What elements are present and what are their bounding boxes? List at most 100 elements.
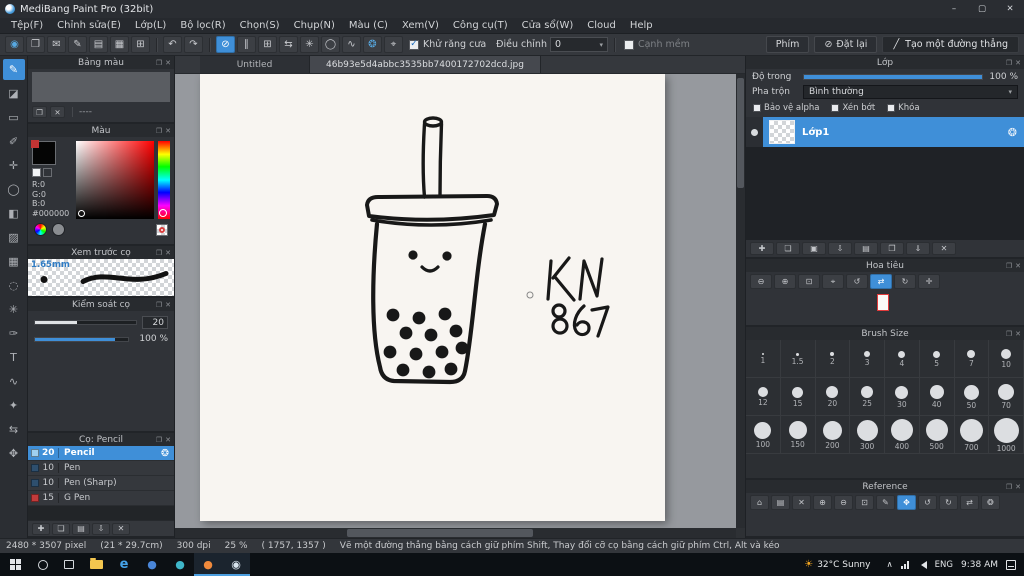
alt-color-swatch[interactable] [43, 168, 52, 177]
duplicate-layer-button[interactable]: ❐ [880, 242, 904, 255]
rotate-left-button[interactable]: ↺ [846, 274, 868, 289]
menu-item-3[interactable]: Bộ lọc(R) [173, 20, 232, 31]
layer-opacity-slider[interactable] [803, 74, 983, 80]
weather-widget[interactable]: ☀ 32°C Sunny [796, 553, 878, 576]
minimize-button[interactable]: – [940, 0, 968, 18]
navigator-thumbnail[interactable] [877, 294, 889, 311]
brush-tool-button[interactable]: ✐ [3, 131, 25, 152]
brush-list-item[interactable]: 10 Pen [28, 461, 174, 476]
eraser-tool-button[interactable]: ◪ [3, 83, 25, 104]
saturation-value-picker[interactable] [76, 141, 154, 219]
snap-settings-button[interactable]: ❂ [363, 36, 382, 53]
popout-icon[interactable]: ❐ [156, 301, 162, 309]
move-tool-button[interactable]: ✛ [3, 155, 25, 176]
redo-button[interactable]: ↷ [184, 36, 203, 53]
close-button[interactable]: ✕ [996, 0, 1024, 18]
clock[interactable]: 9:38 AM [961, 560, 998, 570]
popout-icon[interactable]: ❐ [1006, 330, 1012, 338]
comment-button[interactable]: ✉ [47, 36, 66, 53]
canvas-page[interactable] [200, 74, 665, 521]
menu-item-6[interactable]: Màu (C) [342, 20, 395, 31]
flip-horizontal-button[interactable]: ⇄ [960, 495, 979, 510]
foreground-color-swatch[interactable] [31, 140, 56, 165]
brush-size-option[interactable]: 15 [780, 378, 816, 416]
page-button[interactable]: ▤ [89, 36, 108, 53]
soft-edge-checkbox[interactable]: Cạnh mềm [623, 39, 690, 50]
search-button[interactable] [30, 553, 56, 576]
zoom-reset-button[interactable]: ⌖ [822, 274, 844, 289]
select-pen-tool-button[interactable]: ✑ [3, 323, 25, 344]
brush-size-option[interactable]: 1000 [989, 416, 1024, 454]
import-image-button[interactable]: ▤ [771, 495, 790, 510]
snap-grid-button[interactable]: ⊞ [258, 36, 277, 53]
background-color-swatch[interactable] [32, 168, 41, 177]
pen-tool-button[interactable]: ✎ [2, 59, 25, 80]
zoom-tool-button[interactable]: ◯ [3, 179, 25, 200]
popout-icon[interactable]: ❐ [156, 59, 162, 67]
adjust-dropdown[interactable]: 0 ▾ [549, 37, 608, 52]
close-icon[interactable]: ✕ [165, 249, 171, 257]
brush-size-option[interactable]: 2 [815, 340, 851, 378]
snap-circle-button[interactable]: ◯ [321, 36, 340, 53]
color-wheel-button[interactable] [34, 223, 47, 236]
reset-view-button[interactable]: ✛ [918, 274, 940, 289]
undo-button[interactable]: ↶ [163, 36, 182, 53]
menu-item-9[interactable]: Cửa sổ(W) [515, 20, 581, 31]
menu-item-2[interactable]: Lớp(L) [128, 20, 173, 31]
zoom-out-button[interactable]: ⊖ [750, 274, 772, 289]
layer-visibility-toggle[interactable] [746, 117, 763, 147]
snap-curve-button[interactable]: ∿ [342, 36, 361, 53]
brush-opacity-slider[interactable] [34, 336, 129, 342]
brush-size-option[interactable]: 40 [919, 378, 955, 416]
start-button[interactable] [0, 553, 30, 576]
eyedropper-button[interactable]: ✎ [876, 495, 895, 510]
eyedropper-tool-button[interactable]: ✦ [3, 395, 25, 416]
hue-slider[interactable] [158, 141, 170, 219]
horizontal-scrollbar[interactable] [175, 528, 736, 538]
home-button[interactable]: ⌂ [750, 495, 769, 510]
snap-off-button[interactable]: ⊘ [216, 36, 235, 53]
app-blue-button[interactable]: ● [138, 553, 166, 576]
file-explorer-button[interactable] [82, 553, 110, 576]
scrollbar-thumb[interactable] [737, 78, 744, 188]
snap-parallel-button[interactable]: ∥ [237, 36, 256, 53]
close-icon[interactable]: ✕ [1015, 262, 1021, 270]
brush-size-option[interactable]: 200 [815, 416, 851, 454]
medibang-cloud-button[interactable]: ● [194, 553, 222, 576]
brush-size-option[interactable]: 70 [989, 378, 1024, 416]
close-icon[interactable]: ✕ [165, 436, 171, 444]
rotate-right-button[interactable]: ↻ [894, 274, 916, 289]
close-icon[interactable]: ✕ [165, 59, 171, 67]
transparent-color-indicator[interactable] [156, 223, 168, 236]
popout-icon[interactable]: ❐ [1006, 59, 1012, 67]
add-swatch-button[interactable]: ❐ [32, 106, 47, 118]
menu-item-0[interactable]: Tệp(F) [4, 20, 50, 31]
hand-tool-button[interactable]: ✥ [3, 443, 25, 464]
brush-list-item[interactable]: 20 Pencil ❂ [28, 446, 174, 461]
medibang-paint-button[interactable]: ◉ [222, 553, 250, 576]
gradient-tool-button[interactable]: ▨ [3, 227, 25, 248]
brush-size-option[interactable]: 150 [780, 416, 816, 454]
brush-size-option[interactable]: 400 [885, 416, 920, 454]
brush-size-option[interactable]: 3 [850, 340, 885, 378]
snap-radial-button[interactable]: ✳ [300, 36, 319, 53]
layer-option-checkbox-1[interactable]: Xén bớt [831, 103, 875, 113]
app-teal-button[interactable]: ● [166, 553, 194, 576]
tab-image[interactable]: 46b93e5d4abbc3535bb7400172702dcd.jpg [310, 56, 541, 73]
popout-icon[interactable]: ❐ [1006, 262, 1012, 270]
menu-item-4[interactable]: Chọn(S) [233, 20, 287, 31]
antialias-checkbox[interactable]: ✓ Khử răng cưa [409, 39, 486, 50]
menu-item-10[interactable]: Cloud [580, 20, 623, 31]
menu-item-8[interactable]: Công cụ(T) [446, 20, 515, 31]
bucket-tool-button[interactable]: ◧ [3, 203, 25, 224]
add-layer-button[interactable]: ✚ [750, 242, 774, 255]
close-icon[interactable]: ✕ [1015, 59, 1021, 67]
zoom-in-button[interactable]: ⊕ [774, 274, 796, 289]
duplicate-brush-button[interactable]: ❏ [52, 522, 70, 535]
brush-folder-button[interactable]: ▤ [72, 522, 90, 535]
pan-hand-button[interactable]: ✥ [897, 495, 916, 510]
brush-size-option[interactable]: 10 [989, 340, 1024, 378]
delete-layer-button[interactable]: ✕ [932, 242, 956, 255]
brush-size-option[interactable]: 20 [815, 378, 851, 416]
clipboard-button[interactable]: ❐ [26, 36, 45, 53]
